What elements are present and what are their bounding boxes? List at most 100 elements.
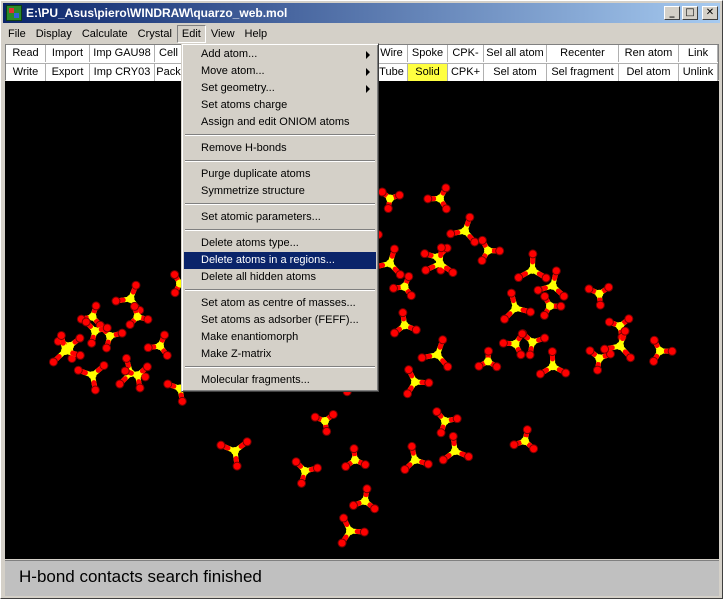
- oxygen-atom: [383, 204, 393, 214]
- menu-item-set-atom-as-centre-of-masses[interactable]: Set atom as centre of masses...: [184, 295, 376, 312]
- oxygen-atom: [403, 389, 413, 399]
- recenter-button[interactable]: Recenter: [547, 45, 619, 62]
- del-atom-button[interactable]: Del atom: [619, 64, 679, 81]
- oxygen-atom: [131, 280, 141, 290]
- oxygen-atom: [585, 346, 595, 356]
- menu-item-remove-h-bonds[interactable]: Remove H-bonds: [184, 140, 376, 157]
- cpk-plus-button[interactable]: CPK+: [448, 64, 484, 81]
- maximize-button[interactable]: □: [682, 6, 698, 20]
- silicon-atom: [321, 417, 329, 425]
- menu-item-label: Make enantiomorph: [201, 331, 299, 343]
- oxygen-atom: [404, 365, 414, 375]
- oxygen-atom: [111, 296, 121, 306]
- oxygen-atom: [465, 212, 475, 222]
- oxygen-atom: [448, 268, 458, 278]
- read-button[interactable]: Read: [6, 45, 46, 62]
- menu-item-set-atoms-as-adsorber-feff[interactable]: Set atoms as adsorber (FEFF)...: [184, 312, 376, 329]
- oxygen-atom: [242, 437, 252, 447]
- pack-button[interactable]: Pack: [155, 64, 183, 81]
- oxygen-atom: [341, 462, 351, 472]
- oxygen-atom: [56, 330, 66, 340]
- close-button[interactable]: ✕: [702, 6, 718, 20]
- menu-bar: File Display Calculate Crystal Edit View…: [3, 24, 720, 43]
- oxygen-atom: [506, 288, 516, 298]
- menu-help[interactable]: Help: [240, 25, 273, 43]
- title-bar[interactable]: E:\PU_Asus\piero\WINDRAW\quarzo_web.mol …: [3, 3, 720, 23]
- sel-all-atom-button[interactable]: Sel all atom: [484, 45, 547, 62]
- oxygen-atom: [495, 246, 505, 256]
- oxygen-atom: [620, 326, 630, 336]
- menu-item-label: Purge duplicate atoms: [201, 168, 311, 180]
- oxygen-atom: [328, 409, 338, 419]
- oxygen-atom: [514, 273, 524, 283]
- oxygen-atom: [436, 428, 446, 438]
- submenu-arrow-icon: [366, 68, 370, 76]
- menu-item-assign-and-edit-oniom-atoms[interactable]: Assign and edit ONIOM atoms: [184, 114, 376, 131]
- oxygen-atom: [483, 346, 493, 356]
- menu-item-make-enantiomorph[interactable]: Make enantiomorph: [184, 329, 376, 346]
- silicon-atom: [411, 378, 419, 387]
- wire-button[interactable]: Wire: [376, 45, 408, 62]
- link-button[interactable]: Link: [679, 45, 718, 62]
- cpk-minus-button[interactable]: CPK-: [448, 45, 484, 62]
- menu-item-label: Move atom...: [201, 65, 265, 77]
- menu-view[interactable]: View: [206, 25, 240, 43]
- minimize-button[interactable]: _: [664, 6, 680, 20]
- oxygen-atom: [667, 346, 677, 356]
- oxygen-atom: [91, 301, 101, 311]
- menu-item-delete-atoms-type[interactable]: Delete atoms type...: [184, 235, 376, 252]
- menu-item-set-geometry[interactable]: Set geometry...: [184, 80, 376, 97]
- solid-button[interactable]: Solid: [408, 64, 448, 81]
- spoke-button[interactable]: Spoke: [408, 45, 448, 62]
- menu-item-delete-atoms-in-a-regions[interactable]: Delete atoms in a regions...: [184, 252, 376, 269]
- silicon-atom: [436, 194, 444, 203]
- menu-calculate[interactable]: Calculate: [77, 25, 133, 43]
- menu-edit[interactable]: Edit: [176, 24, 206, 43]
- app-icon[interactable]: [6, 5, 22, 21]
- unlink-button[interactable]: Unlink: [679, 64, 718, 81]
- sel-fragment-button[interactable]: Sel fragment: [547, 64, 619, 81]
- menu-item-symmetrize-structure[interactable]: Symmetrize structure: [184, 183, 376, 200]
- menu-item-set-atoms-charge[interactable]: Set atoms charge: [184, 97, 376, 114]
- ren-atom-button[interactable]: Ren atom: [619, 45, 679, 62]
- menu-item-label: Assign and edit ONIOM atoms: [201, 116, 350, 128]
- menu-item-move-atom[interactable]: Move atom...: [184, 63, 376, 80]
- imp-cry03-button[interactable]: Imp CRY03: [90, 64, 155, 81]
- write-button[interactable]: Write: [6, 64, 46, 81]
- silicon-atom: [484, 357, 493, 366]
- import-button[interactable]: Import: [46, 45, 90, 62]
- oxygen-atom: [522, 425, 532, 435]
- silicon-atom: [386, 194, 394, 203]
- export-button[interactable]: Export: [46, 64, 90, 81]
- menu-item-label: Symmetrize structure: [201, 185, 305, 197]
- menu-separator: [184, 200, 376, 209]
- oxygen-atom: [540, 333, 550, 343]
- silicon-atom: [528, 338, 537, 347]
- oxygen-atom: [436, 243, 446, 253]
- oxygen-atom: [540, 291, 550, 301]
- menu-item-label: Remove H-bonds: [201, 142, 287, 154]
- menu-item-purge-duplicate-atoms[interactable]: Purge duplicate atoms: [184, 166, 376, 183]
- oxygen-atom: [48, 357, 58, 367]
- menu-item-set-atomic-parameters[interactable]: Set atomic parameters...: [184, 209, 376, 226]
- menu-item-label: Set geometry...: [201, 82, 275, 94]
- silicon-atom: [346, 527, 354, 535]
- menu-item-molecular-fragments[interactable]: Molecular fragments...: [184, 372, 376, 389]
- sel-atom-button[interactable]: Sel atom: [484, 64, 547, 81]
- menu-display[interactable]: Display: [31, 25, 77, 43]
- oxygen-atom: [398, 308, 408, 318]
- tube-button[interactable]: Tube: [376, 64, 408, 81]
- oxygen-atom: [500, 314, 510, 324]
- silicon-atom: [400, 321, 409, 330]
- menu-item-delete-all-hidden-atoms[interactable]: Delete all hidden atoms: [184, 269, 376, 286]
- cell-button[interactable]: Cell: [155, 45, 183, 62]
- menu-crystal[interactable]: Crystal: [133, 25, 177, 43]
- imp-gau98-button[interactable]: Imp GAU98: [90, 45, 155, 62]
- oxygen-atom: [400, 465, 410, 475]
- oxygen-atom: [438, 335, 448, 345]
- menu-item-make-z-matrix[interactable]: Make Z-matrix: [184, 346, 376, 363]
- menu-item-add-atom[interactable]: Add atom...: [184, 46, 376, 63]
- oxygen-atom: [452, 414, 462, 424]
- oxygen-atom: [170, 270, 180, 280]
- menu-file[interactable]: File: [3, 25, 31, 43]
